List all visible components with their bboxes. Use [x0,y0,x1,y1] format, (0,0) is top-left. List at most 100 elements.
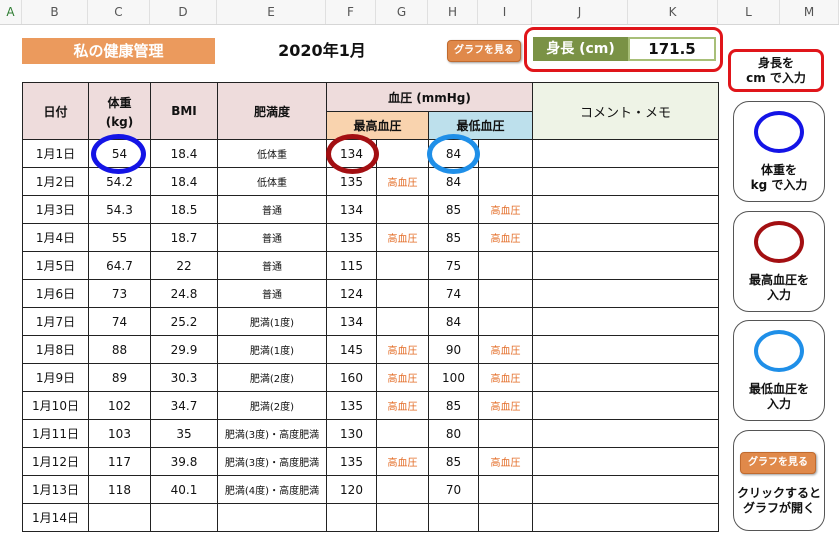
date-cell[interactable]: 1月2日 [22,167,89,196]
high-bp-cell[interactable]: 145 [326,335,377,364]
high-bp-flag-cell[interactable]: 高血圧 [376,223,429,252]
date-cell[interactable]: 1月7日 [22,307,89,336]
high-bp-flag-cell[interactable] [376,139,429,168]
comment-cell[interactable] [532,363,719,392]
obesity-cell[interactable]: 肥満(3度)・高度肥満 [217,419,327,448]
low-bp-flag-cell[interactable]: 高血圧 [478,335,533,364]
low-bp-flag-cell[interactable] [478,251,533,280]
column-header-b[interactable]: B [22,0,88,24]
high-bp-flag-cell[interactable]: 高血圧 [376,391,429,420]
bmi-cell[interactable]: 35 [150,419,218,448]
column-header-g[interactable]: G [376,0,428,24]
date-cell[interactable]: 1月13日 [22,475,89,504]
date-cell[interactable]: 1月14日 [22,503,89,532]
bmi-cell[interactable]: 34.7 [150,391,218,420]
weight-cell[interactable]: 64.7 [88,251,151,280]
date-cell[interactable]: 1月8日 [22,335,89,364]
bmi-cell[interactable]: 39.8 [150,447,218,476]
date-cell[interactable]: 1月11日 [22,419,89,448]
date-cell[interactable]: 1月6日 [22,279,89,308]
low-bp-flag-cell[interactable] [478,475,533,504]
low-bp-cell[interactable]: 85 [428,195,479,224]
bmi-cell[interactable]: 25.2 [150,307,218,336]
weight-cell[interactable] [88,503,151,532]
obesity-cell[interactable]: 肥満(2度) [217,391,327,420]
date-cell[interactable]: 1月5日 [22,251,89,280]
column-header-f[interactable]: F [326,0,376,24]
low-bp-cell[interactable]: 84 [428,307,479,336]
column-header-c[interactable]: C [88,0,150,24]
comment-cell[interactable] [532,251,719,280]
column-header-i[interactable]: I [478,0,532,24]
column-header-k[interactable]: K [628,0,718,24]
date-cell[interactable]: 1月3日 [22,195,89,224]
column-header-a[interactable]: A [0,0,22,24]
comment-cell[interactable] [532,419,719,448]
column-header-m[interactable]: M [780,0,839,24]
weight-cell[interactable]: 88 [88,335,151,364]
high-bp-cell[interactable]: 135 [326,223,377,252]
bmi-cell[interactable]: 22 [150,251,218,280]
comment-cell[interactable] [532,503,719,532]
obesity-cell[interactable] [217,503,327,532]
date-cell[interactable]: 1月4日 [22,223,89,252]
obesity-cell[interactable]: 肥満(1度) [217,307,327,336]
high-bp-flag-cell[interactable]: 高血圧 [376,167,429,196]
high-bp-flag-cell[interactable] [376,307,429,336]
high-bp-cell[interactable]: 135 [326,391,377,420]
comment-cell[interactable] [532,279,719,308]
bmi-cell[interactable]: 40.1 [150,475,218,504]
low-bp-cell[interactable]: 85 [428,447,479,476]
bmi-cell[interactable]: 18.7 [150,223,218,252]
obesity-cell[interactable]: 普通 [217,251,327,280]
low-bp-flag-cell[interactable]: 高血圧 [478,363,533,392]
weight-cell[interactable]: 74 [88,307,151,336]
obesity-cell[interactable]: 普通 [217,223,327,252]
obesity-cell[interactable]: 肥満(4度)・高度肥満 [217,475,327,504]
comment-cell[interactable] [532,223,719,252]
low-bp-flag-cell[interactable] [478,503,533,532]
high-bp-flag-cell[interactable]: 高血圧 [376,363,429,392]
weight-cell[interactable]: 55 [88,223,151,252]
weight-cell[interactable]: 89 [88,363,151,392]
low-bp-flag-cell[interactable]: 高血圧 [478,223,533,252]
low-bp-cell[interactable]: 100 [428,363,479,392]
date-cell[interactable]: 1月1日 [22,139,89,168]
low-bp-flag-cell[interactable]: 高血圧 [478,447,533,476]
low-bp-flag-cell[interactable] [478,307,533,336]
high-bp-cell[interactable]: 134 [326,195,377,224]
obesity-cell[interactable]: 普通 [217,195,327,224]
comment-cell[interactable] [532,335,719,364]
high-bp-flag-cell[interactable] [376,195,429,224]
low-bp-flag-cell[interactable]: 高血圧 [478,391,533,420]
low-bp-cell[interactable]: 85 [428,223,479,252]
comment-cell[interactable] [532,475,719,504]
high-bp-flag-cell[interactable]: 高血圧 [376,335,429,364]
high-bp-flag-cell[interactable]: 高血圧 [376,447,429,476]
bmi-cell[interactable]: 30.3 [150,363,218,392]
high-bp-cell[interactable]: 124 [326,279,377,308]
obesity-cell[interactable]: 低体重 [217,167,327,196]
date-cell[interactable]: 1月12日 [22,447,89,476]
low-bp-flag-cell[interactable] [478,167,533,196]
obesity-cell[interactable]: 低体重 [217,139,327,168]
low-bp-cell[interactable]: 70 [428,475,479,504]
sidebar-view-graph-button[interactable]: グラフを見る [740,452,816,474]
high-bp-cell[interactable]: 134 [326,307,377,336]
high-bp-flag-cell[interactable] [376,279,429,308]
date-cell[interactable]: 1月10日 [22,391,89,420]
weight-cell[interactable]: 103 [88,419,151,448]
high-bp-cell[interactable]: 130 [326,419,377,448]
date-cell[interactable]: 1月9日 [22,363,89,392]
obesity-cell[interactable]: 肥満(3度)・高度肥満 [217,447,327,476]
bmi-cell[interactable]: 18.4 [150,139,218,168]
high-bp-cell[interactable] [326,503,377,532]
low-bp-flag-cell[interactable] [478,139,533,168]
bmi-cell[interactable] [150,503,218,532]
column-header-e[interactable]: E [217,0,326,24]
column-header-l[interactable]: L [718,0,780,24]
bmi-cell[interactable]: 18.5 [150,195,218,224]
bmi-cell[interactable]: 24.8 [150,279,218,308]
weight-cell[interactable]: 117 [88,447,151,476]
low-bp-flag-cell[interactable] [478,279,533,308]
